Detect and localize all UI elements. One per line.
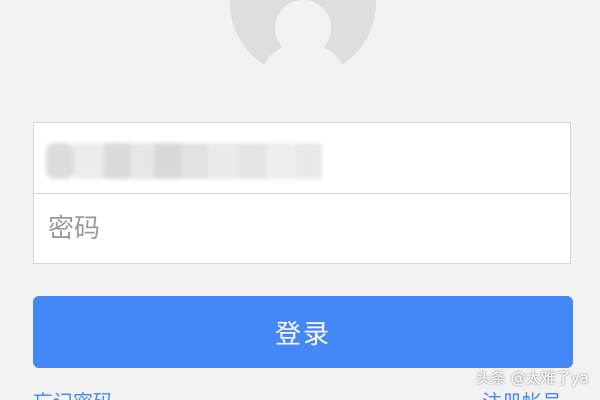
account-field[interactable] xyxy=(34,123,570,193)
password-input[interactable] xyxy=(34,194,570,263)
login-screen: 登录 忘记密码 注册帐号 头条 @太难了ya xyxy=(0,0,600,400)
avatar-body xyxy=(258,42,348,76)
blurred-account-value xyxy=(46,143,356,179)
password-field[interactable] xyxy=(34,194,570,263)
register-link[interactable]: 注册帐号 xyxy=(482,392,562,400)
login-button[interactable]: 登录 xyxy=(33,296,573,368)
login-form xyxy=(33,122,571,264)
watermark: 头条 @太难了ya xyxy=(476,369,589,387)
forgot-password-link[interactable]: 忘记密码 xyxy=(33,392,113,400)
user-avatar-icon xyxy=(230,0,376,76)
